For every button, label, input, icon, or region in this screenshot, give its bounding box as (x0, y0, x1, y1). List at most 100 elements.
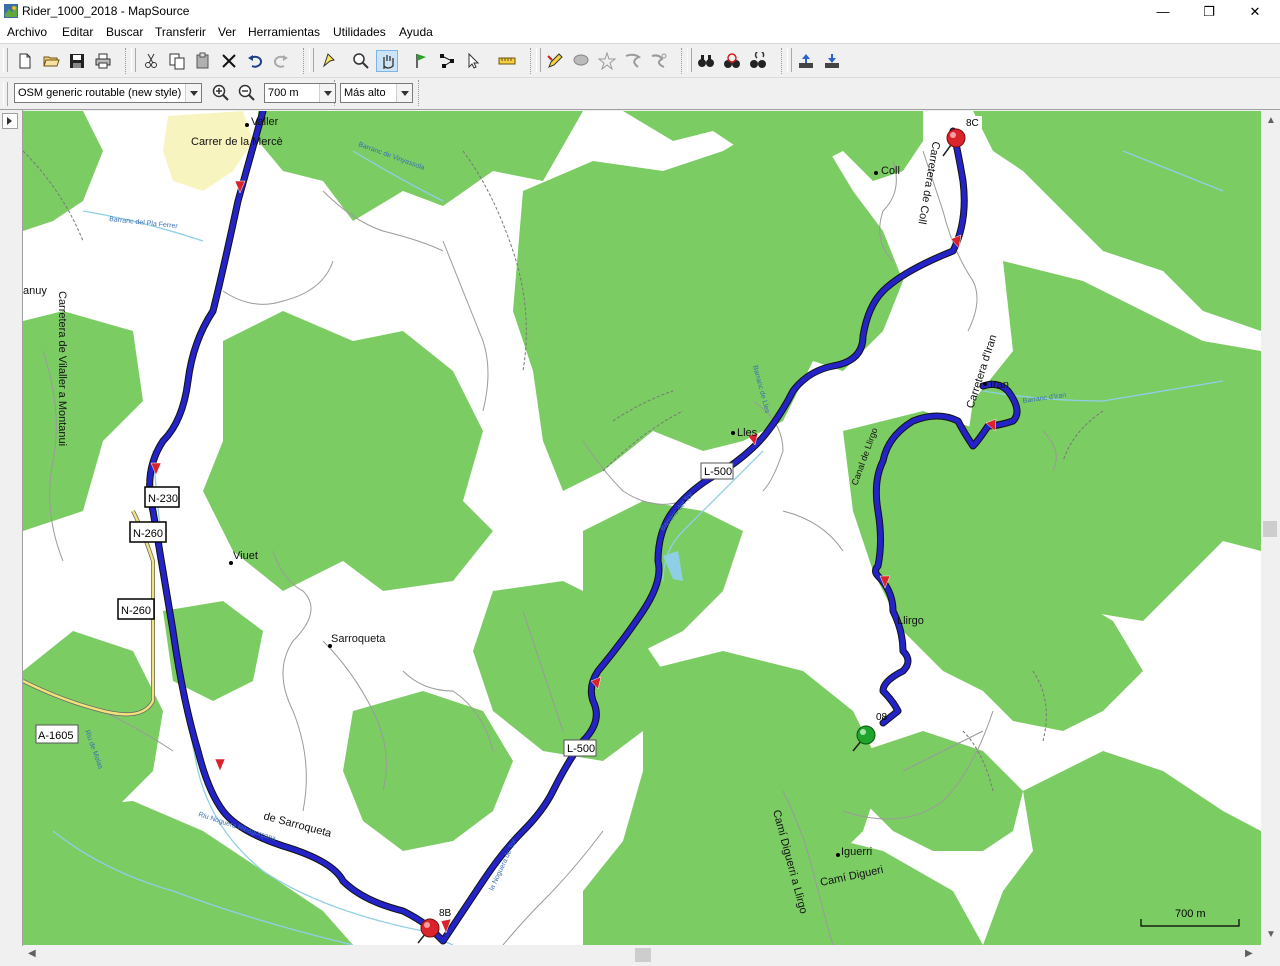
star-tool-icon[interactable] (596, 50, 618, 72)
menu-utilidades[interactable]: Utilidades (333, 25, 386, 39)
receive-from-device-icon[interactable] (821, 50, 843, 72)
forest-area (863, 731, 1023, 851)
detail-level-value: Más alto (344, 87, 386, 99)
svg-text:A-1605: A-1605 (38, 730, 73, 742)
waypoint-flag-icon[interactable] (410, 50, 432, 72)
map-edit-icon[interactable] (544, 50, 566, 72)
map-product-value: OSM generic routable (new style) (18, 87, 182, 99)
place-label: Coll (881, 165, 900, 177)
route-arrow-icon (214, 758, 226, 772)
menu-editar[interactable]: Editar (62, 25, 93, 39)
menu-transferir[interactable]: Transferir (155, 25, 206, 39)
send-to-device-icon[interactable] (795, 50, 817, 72)
vertical-scrollbar[interactable]: ▲ ▼ (1261, 111, 1280, 945)
road-label: Carretera de Vilaller a Montanui (56, 291, 68, 446)
print-icon[interactable] (92, 50, 114, 72)
save-icon[interactable] (66, 50, 88, 72)
forest-area (203, 311, 493, 591)
toolbar-grip[interactable] (131, 48, 136, 72)
scroll-up-icon[interactable]: ▲ (1266, 115, 1276, 126)
map-view[interactable]: N-230 N-260 N-260 A-1605 L-500 L-500 Car… (23, 111, 1261, 945)
open-folder-icon[interactable] (40, 50, 62, 72)
mapsource-app-icon (4, 4, 18, 18)
svg-text:N-260: N-260 (133, 528, 163, 540)
paste-icon[interactable] (192, 50, 214, 72)
toolbar-grip[interactable] (3, 82, 8, 106)
zoom-scale-select[interactable]: 700 m (264, 83, 336, 103)
new-file-icon[interactable] (14, 50, 36, 72)
toolbar-separator (418, 80, 420, 106)
toolbar-separator (303, 48, 305, 74)
zoom-tool-icon[interactable] (350, 50, 372, 72)
svg-text:Barranc del Pla Ferrer: Barranc del Pla Ferrer (109, 216, 179, 230)
chevron-down-icon[interactable] (396, 84, 412, 102)
zoom-scale-value: 700 m (268, 87, 299, 99)
select-pointer-icon[interactable] (318, 50, 340, 72)
place-label: Viuet (233, 550, 258, 562)
town-area (163, 111, 253, 191)
find-binoculars-icon[interactable] (695, 50, 717, 72)
toolbar-grip[interactable] (787, 48, 792, 72)
redo-icon[interactable] (270, 50, 292, 72)
waypoint-label: 8B (439, 908, 452, 919)
scroll-left-icon[interactable]: ◀ (28, 948, 36, 959)
find-places-icon[interactable] (721, 50, 743, 72)
road-label: Carretera de Coll (915, 140, 941, 225)
menu-archivo[interactable]: Archivo (7, 25, 47, 39)
toolbar-grip[interactable] (309, 48, 314, 72)
map-product-select[interactable]: OSM generic routable (new style) (14, 83, 202, 103)
zoom-out-icon[interactable] (236, 82, 258, 104)
place-label: Valler (251, 116, 279, 128)
svg-text:700 m: 700 m (1175, 908, 1206, 920)
waypoint-8c[interactable]: 8C (942, 116, 982, 157)
horizontal-scroll-thumb[interactable] (635, 948, 651, 962)
vertical-scroll-thumb[interactable] (1263, 521, 1277, 537)
road-shield-n260: N-260 (117, 598, 155, 620)
arrow-tool-icon[interactable] (462, 50, 484, 72)
menu-herramientas[interactable]: Herramientas (248, 25, 320, 39)
menu-ver[interactable]: Ver (218, 25, 236, 39)
close-button[interactable]: ✕ (1232, 0, 1278, 23)
svg-text:N-260: N-260 (121, 605, 151, 617)
toolbar-grip[interactable] (536, 48, 541, 72)
chevron-down-icon[interactable] (319, 84, 335, 102)
toolbar-separator (781, 48, 783, 74)
copy-icon[interactable] (166, 50, 188, 72)
svg-text:L-500: L-500 (704, 466, 732, 478)
route-edit-icon[interactable] (648, 50, 670, 72)
waypoint-label: 8C (966, 118, 979, 129)
road-shield-a1605: A-1605 (35, 724, 79, 744)
pan-hand-icon[interactable] (376, 50, 398, 72)
scroll-down-icon[interactable]: ▼ (1266, 929, 1276, 940)
svg-text:N-230: N-230 (148, 493, 178, 505)
cut-icon[interactable] (140, 50, 162, 72)
detail-level-select[interactable]: Más alto (340, 83, 413, 103)
toolbar-separator (530, 48, 532, 74)
chevron-down-icon[interactable] (185, 84, 201, 102)
toolbar-grip[interactable] (687, 48, 692, 72)
track-tool-icon[interactable] (622, 50, 644, 72)
zoom-in-icon[interactable] (210, 82, 232, 104)
scroll-right-icon[interactable]: ▶ (1245, 948, 1253, 959)
place-label: Iguerri (841, 846, 872, 858)
measure-ruler-icon[interactable] (496, 50, 518, 72)
size-grip (1261, 945, 1280, 966)
horizontal-scrollbar[interactable]: ◀ ▶ (23, 945, 1261, 964)
find-recent-icon[interactable] (747, 50, 769, 72)
menu-ayuda[interactable]: Ayuda (399, 25, 433, 39)
forest-area (343, 691, 513, 851)
expand-panel-icon[interactable] (2, 113, 18, 129)
toolbar-grip[interactable] (3, 48, 8, 72)
maximize-button[interactable]: ❐ (1186, 0, 1232, 23)
undo-icon[interactable] (244, 50, 266, 72)
delete-icon[interactable] (218, 50, 240, 72)
title-bar: Rider_1000_2018 - MapSource — ❐ ✕ (0, 0, 1280, 23)
place-label: Sarroqueta (331, 633, 386, 645)
main-toolbar (0, 44, 1280, 78)
minimize-button[interactable]: — (1140, 0, 1186, 23)
menu-buscar[interactable]: Buscar (106, 25, 143, 39)
lasso-icon[interactable] (570, 50, 592, 72)
road-shield-l500: L-500 (563, 739, 597, 757)
map-canvas[interactable]: N-230 N-260 N-260 A-1605 L-500 L-500 Car… (23, 111, 1261, 945)
route-tool-icon[interactable] (436, 50, 458, 72)
